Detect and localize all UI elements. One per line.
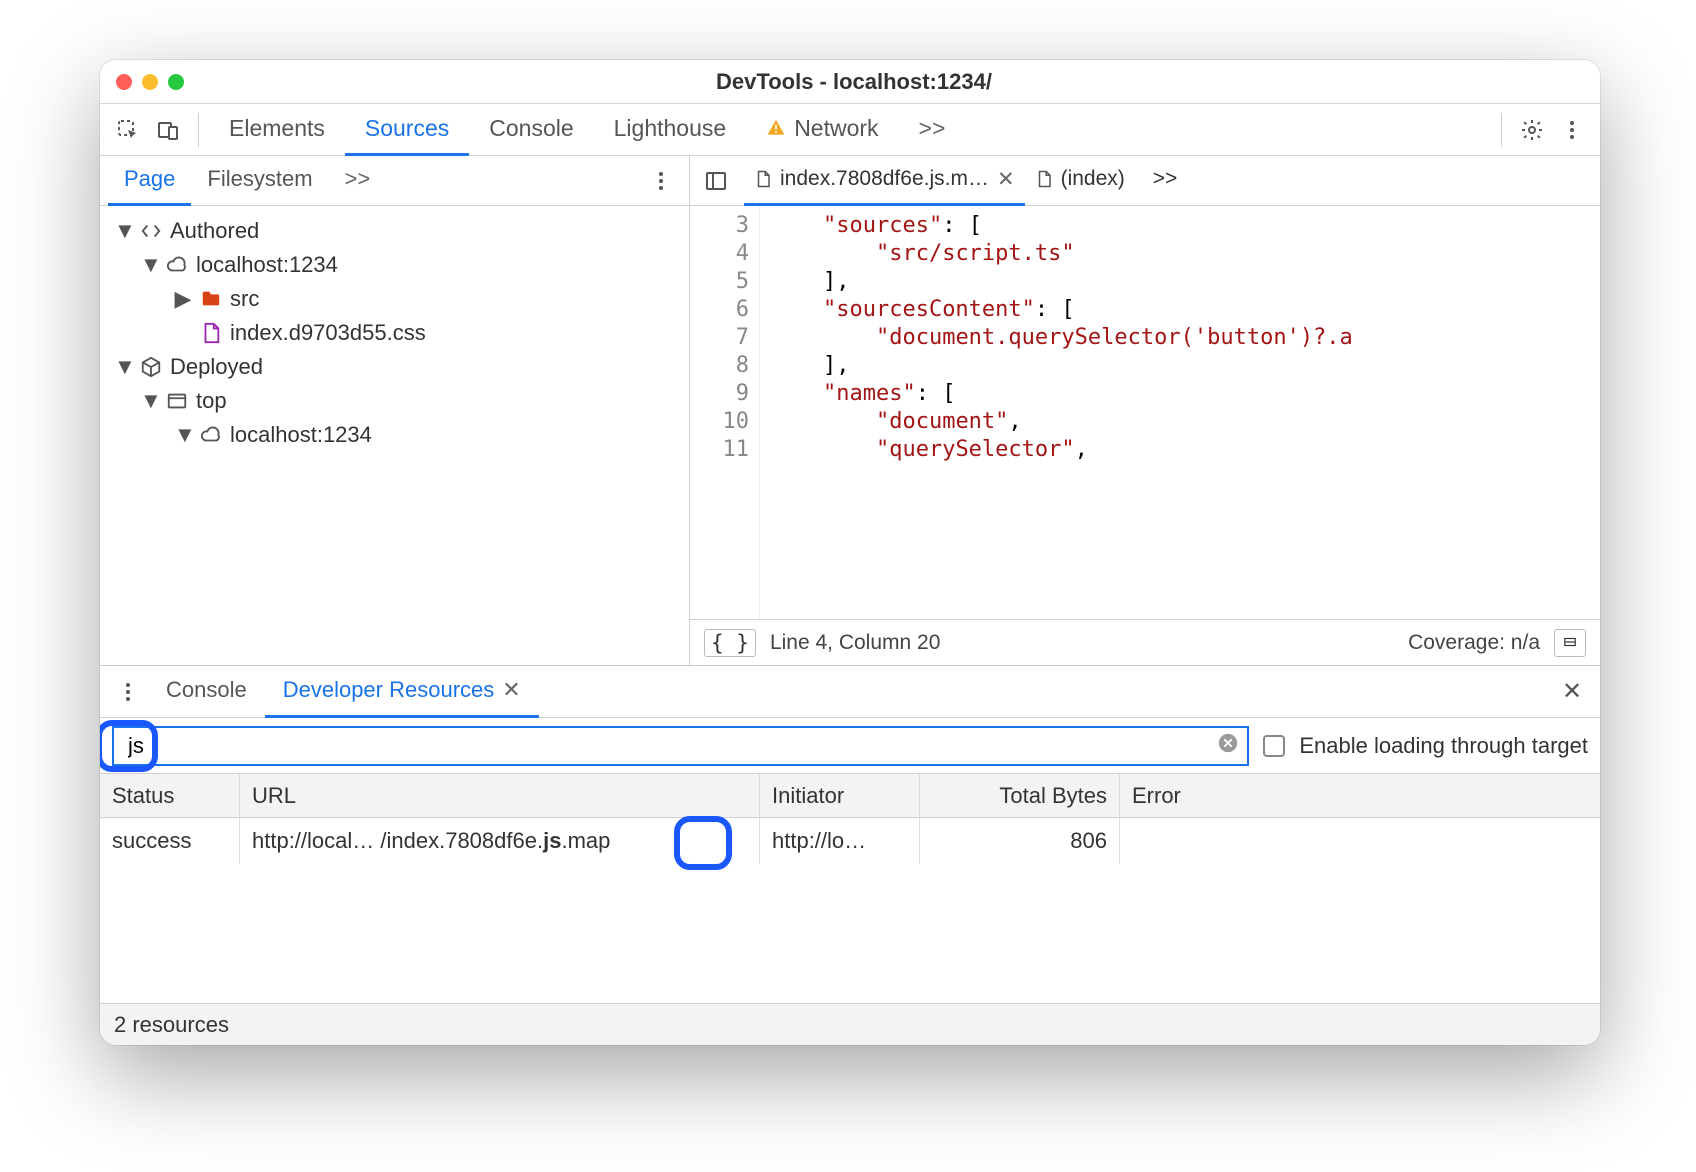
clear-filter-icon[interactable] [1217, 732, 1239, 759]
warning-icon [766, 118, 786, 138]
toggle-navigator-icon[interactable] [696, 161, 736, 201]
file-icon [754, 170, 772, 188]
editor-tab[interactable]: index.7808df6e.js.m…✕ [744, 156, 1025, 206]
main-tab-elements[interactable]: Elements [209, 104, 345, 156]
drawer: Console Developer Resources ✕ ✕ Enable l… [100, 665, 1600, 1045]
navigator-menu-icon[interactable] [641, 161, 681, 201]
col-url[interactable]: URL [240, 774, 760, 817]
col-total-bytes[interactable]: Total Bytes [920, 774, 1120, 817]
inspect-element-icon[interactable] [108, 110, 148, 150]
main-tab-network[interactable]: Network [746, 104, 898, 156]
enable-loading-label: Enable loading through target [1299, 733, 1588, 759]
tab-label: Developer Resources [283, 677, 495, 703]
main-menu-icon[interactable] [1552, 110, 1592, 150]
code-brackets-icon [140, 220, 162, 242]
cube-icon [140, 356, 162, 378]
tree-label: localhost:1234 [196, 252, 338, 278]
editor-pane: index.7808df6e.js.m…✕(index) >> 34567891… [690, 156, 1600, 665]
close-icon[interactable]: ✕ [997, 167, 1015, 192]
cursor-position: Line 4, Column 20 [770, 631, 940, 655]
tree-label: index.d9703d55.css [230, 320, 426, 346]
close-icon[interactable]: ✕ [502, 677, 520, 703]
resources-table: Status URL Initiator Total Bytes Error s… [100, 774, 1600, 1003]
tree-frame-top[interactable]: ▼ top [104, 384, 685, 418]
window-icon [166, 390, 188, 412]
drawer-menu-icon[interactable] [108, 672, 148, 712]
minimize-window-button[interactable] [142, 74, 158, 90]
main-tab-console[interactable]: Console [469, 104, 593, 156]
file-icon [200, 322, 222, 344]
enable-loading-checkbox[interactable] [1263, 735, 1285, 757]
tabs-overflow-button[interactable]: >> [899, 104, 966, 156]
drawer-tab-console[interactable]: Console [148, 666, 265, 718]
editor-tab[interactable]: (index) [1025, 156, 1135, 206]
folder-icon [200, 288, 222, 310]
code-editor[interactable]: 34567891011 "sources": [ "src/script.ts"… [690, 206, 1600, 619]
source-map-icon[interactable] [1554, 629, 1586, 657]
main-tab-sources[interactable]: Sources [345, 104, 469, 156]
close-window-button[interactable] [116, 74, 132, 90]
tree-label: src [230, 286, 259, 312]
settings-gear-icon[interactable] [1512, 110, 1552, 150]
main-tabstrip: ElementsSourcesConsoleLighthouseNetwork … [100, 104, 1600, 156]
tree-folder-src[interactable]: ▶ src [104, 282, 685, 316]
tree-group-authored[interactable]: ▼ Authored [104, 214, 685, 248]
zoom-window-button[interactable] [168, 74, 184, 90]
tree-file-css[interactable]: index.d9703d55.css [104, 316, 685, 350]
sources-navigator: Page Filesystem >> ▼ Authored ▼ localhos… [100, 156, 690, 665]
drawer-close-icon[interactable]: ✕ [1552, 672, 1592, 712]
cloud-icon [166, 254, 188, 276]
editor-statusbar: { } Line 4, Column 20 Coverage: n/a [690, 619, 1600, 665]
pretty-print-icon[interactable]: { } [704, 629, 756, 657]
navigator-tab-page[interactable]: Page [108, 156, 191, 206]
device-toolbar-icon[interactable] [148, 110, 188, 150]
filter-input-wrap [112, 726, 1249, 766]
col-error[interactable]: Error [1120, 774, 1600, 817]
cloud-icon [200, 424, 222, 446]
tree-label: Deployed [170, 354, 263, 380]
tree-host-deployed[interactable]: ▼ localhost:1234 [104, 418, 685, 452]
tree-label: Authored [170, 218, 259, 244]
tree-group-deployed[interactable]: ▼ Deployed [104, 350, 685, 384]
navigator-tab-filesystem[interactable]: Filesystem [191, 156, 328, 206]
file-icon [1035, 170, 1053, 188]
navigator-overflow-button[interactable]: >> [329, 156, 387, 206]
col-status[interactable]: Status [100, 774, 240, 817]
main-tab-lighthouse[interactable]: Lighthouse [594, 104, 747, 156]
col-initiator[interactable]: Initiator [760, 774, 920, 817]
drawer-statusbar: 2 resources [100, 1003, 1600, 1045]
table-row[interactable]: successhttp://local… /index.7808df6e.js.… [100, 818, 1600, 864]
filter-input[interactable] [122, 733, 1217, 759]
coverage-status: Coverage: n/a [1408, 631, 1540, 655]
editor-tabs-overflow[interactable]: >> [1143, 156, 1188, 206]
window-title: DevTools - localhost:1234/ [184, 69, 1524, 95]
titlebar: DevTools - localhost:1234/ [100, 60, 1600, 104]
drawer-tab-dev-resources[interactable]: Developer Resources ✕ [265, 666, 539, 718]
tree-label: localhost:1234 [230, 422, 372, 448]
tree-label: top [196, 388, 227, 414]
tree-host-authored[interactable]: ▼ localhost:1234 [104, 248, 685, 282]
table-header: Status URL Initiator Total Bytes Error [100, 774, 1600, 818]
file-tree[interactable]: ▼ Authored ▼ localhost:1234 ▶ src index.… [100, 206, 689, 665]
